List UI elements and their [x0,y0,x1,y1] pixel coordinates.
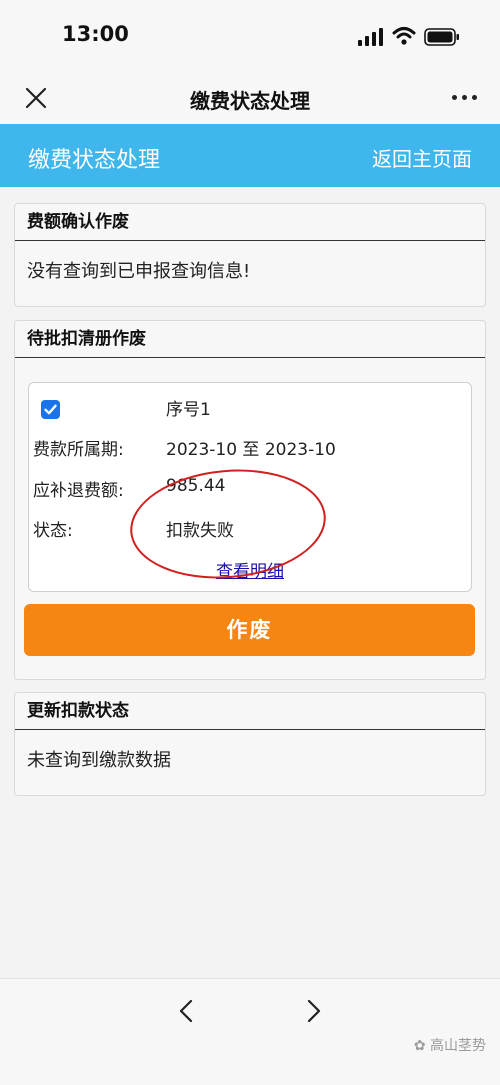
serial-row: 序号1 [29,395,471,425]
bottom-toolbar: ✿ 高山茎势 [0,978,500,1085]
serial-number: 序号1 [166,400,211,420]
page-header: 缴费状态处理 返回主页面 [0,124,500,187]
webview-nav-bar: 缴费状态处理 [0,72,500,124]
status-time: 13:00 [62,22,129,46]
period-row: 费款所属期: 2023-10 至 2023-10 [29,435,471,465]
battery-icon [424,28,459,46]
amount-label: 应补退费额: [33,481,124,501]
forward-arrow-icon[interactable] [302,997,326,1025]
page-title: 缴费状态处理 [28,148,161,173]
more-options-icon[interactable] [450,84,480,108]
paw-icon: ✿ [413,1038,426,1054]
update-status-panel: 更新扣款状态 未查询到缴款数据 [14,692,486,796]
nav-title: 缴费状态处理 [190,89,310,113]
pending-void-title: 待批扣清册作废 [15,321,485,358]
status-bar: 13:00 [0,0,500,72]
period-label: 费款所属期: [33,440,124,460]
watermark-text: 高山茎势 [430,1038,486,1054]
wifi-icon [392,27,416,45]
fee-confirm-message: 没有查询到已申报查询信息! [27,261,251,282]
cellular-signal-icon [358,28,383,46]
watermark: ✿ 高山茎势 [414,1035,486,1055]
back-arrow-icon[interactable] [174,997,198,1025]
status-label: 状态: [33,521,73,541]
back-to-home-link[interactable]: 返回主页面 [372,143,472,172]
fee-confirm-title: 费额确认作废 [15,204,485,241]
update-status-message: 未查询到缴款数据 [27,750,171,771]
fee-confirm-panel: 费额确认作废 没有查询到已申报查询信息! [14,203,486,307]
period-value: 2023-10 至 2023-10 [166,440,336,460]
void-button[interactable]: 作废 [24,604,475,656]
update-status-title: 更新扣款状态 [15,693,485,730]
